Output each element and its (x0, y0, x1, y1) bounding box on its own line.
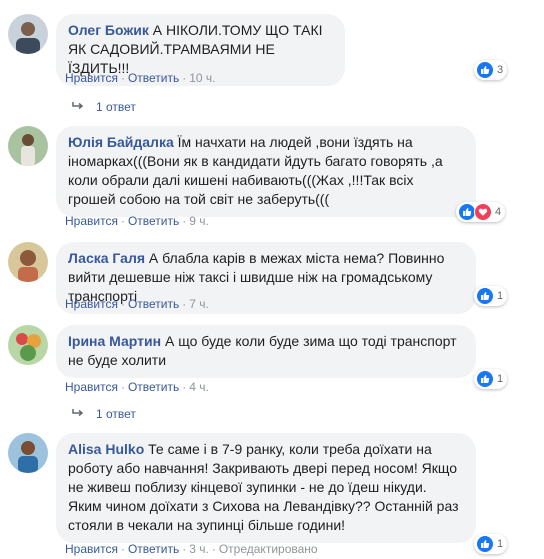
reply-arrow-icon (72, 407, 84, 421)
comment-actions: Нравится · Ответить · 7 ч. (65, 297, 209, 311)
reactions-summary[interactable]: 3 (474, 60, 508, 80)
comment-actions: Нравится · Ответить · 3 ч. · Отредактировано (65, 542, 318, 556)
reaction-count: 4 (495, 206, 502, 218)
comment-timestamp[interactable]: 9 ч. (189, 214, 209, 228)
reactions-summary[interactable]: 1 (474, 369, 508, 389)
comment-bubble: Юлія Байдалка Їм начхати на людей ,вони … (56, 126, 476, 217)
thumbs-up-icon (476, 370, 494, 388)
comment-actions: Нравится · Ответить · 10 ч. (65, 71, 216, 85)
replies-count-label[interactable]: 1 ответ (96, 100, 136, 114)
avatar[interactable] (8, 126, 48, 166)
thumbs-up-icon (476, 287, 494, 305)
comment-actions: Нравится · Ответить · 9 ч. (65, 214, 209, 228)
reaction-count: 1 (497, 538, 504, 550)
comment-author[interactable]: Ірина Мартин (68, 333, 161, 349)
avatar[interactable] (8, 433, 48, 473)
comment-timestamp[interactable]: 3 ч. (189, 542, 209, 556)
comment-bubble: Alisa Hulko Те саме і в 7-9 ранку, коли … (56, 433, 476, 543)
like-link[interactable]: Нравится (65, 542, 118, 556)
replies-count-label[interactable]: 1 ответ (96, 407, 136, 421)
reply-link[interactable]: Ответить (128, 71, 179, 85)
comment-timestamp[interactable]: 7 ч. (189, 297, 209, 311)
reply-link[interactable]: Ответить (128, 214, 179, 228)
reactions-summary[interactable]: 1 (474, 534, 508, 554)
reaction-count: 1 (497, 373, 504, 385)
like-link[interactable]: Нравится (65, 71, 118, 85)
edited-label[interactable]: Отредактировано (219, 542, 318, 556)
comment-timestamp[interactable]: 4 ч. (189, 380, 209, 394)
reply-link[interactable]: Ответить (128, 542, 179, 556)
avatar[interactable] (8, 325, 48, 365)
like-link[interactable]: Нравится (65, 214, 118, 228)
comment-actions: Нравится · Ответить · 4 ч. (65, 380, 209, 394)
avatar[interactable] (8, 14, 48, 54)
view-replies-link[interactable]: 1 ответ (72, 407, 136, 421)
thumbs-up-icon (476, 535, 494, 553)
reactions-summary[interactable]: 4 (456, 202, 506, 222)
comment-author[interactable]: Ласка Галя (68, 250, 145, 266)
comment-author[interactable]: Олег Божик (68, 22, 149, 38)
comment-timestamp[interactable]: 10 ч. (189, 71, 215, 85)
reaction-count: 1 (497, 290, 504, 302)
like-link[interactable]: Нравится (65, 297, 118, 311)
view-replies-link[interactable]: 1 ответ (72, 100, 136, 114)
like-link[interactable]: Нравится (65, 380, 118, 394)
avatar[interactable] (8, 242, 48, 282)
reply-link[interactable]: Ответить (128, 380, 179, 394)
heart-icon (474, 203, 492, 221)
reactions-summary[interactable]: 1 (474, 286, 508, 306)
comment-bubble: Ірина Мартин А що буде коли буде зима що… (56, 325, 476, 378)
reply-link[interactable]: Ответить (128, 297, 179, 311)
comment-author[interactable]: Юлія Байдалка (68, 134, 174, 150)
reaction-count: 3 (497, 64, 504, 76)
thumbs-up-icon (476, 61, 494, 79)
comment-author[interactable]: Alisa Hulko (68, 441, 144, 457)
reply-arrow-icon (72, 100, 84, 114)
